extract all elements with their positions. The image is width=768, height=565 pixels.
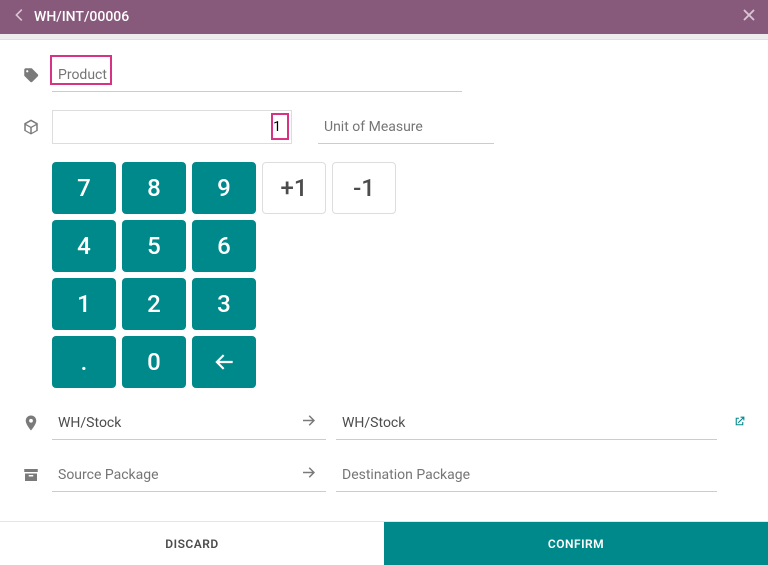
- key-9[interactable]: 9: [192, 162, 256, 214]
- close-icon: [740, 6, 758, 24]
- arrow-right-icon: [300, 464, 318, 487]
- key-plus-one[interactable]: +1: [262, 162, 326, 214]
- key-6[interactable]: 6: [192, 220, 256, 272]
- key-backspace[interactable]: [192, 336, 256, 388]
- key-0[interactable]: 0: [122, 336, 186, 388]
- map-marker-icon: [22, 414, 40, 432]
- key-3[interactable]: 3: [192, 278, 256, 330]
- arrow-right-icon: [300, 412, 318, 435]
- confirm-button[interactable]: CONFIRM: [384, 522, 768, 565]
- key-7[interactable]: 7: [52, 162, 116, 214]
- numeric-keypad: 7 8 9 +1 -1 4 5 6 1 2 3 . 0: [52, 162, 746, 388]
- chevron-left-icon: [10, 6, 28, 24]
- external-link-icon: [733, 415, 746, 428]
- back-button[interactable]: [10, 6, 28, 29]
- key-1[interactable]: 1: [52, 278, 116, 330]
- product-input[interactable]: [52, 58, 462, 92]
- destination-location-input[interactable]: [336, 406, 717, 440]
- quantity-input[interactable]: [52, 110, 292, 144]
- archive-icon: [22, 466, 40, 484]
- key-dot[interactable]: .: [52, 336, 116, 388]
- quantity-row: [22, 110, 746, 144]
- key-2[interactable]: 2: [122, 278, 186, 330]
- tags-icon: [22, 66, 40, 84]
- footer-actions: DISCARD CONFIRM: [0, 521, 768, 565]
- cube-icon: [22, 118, 40, 136]
- key-8[interactable]: 8: [122, 162, 186, 214]
- product-row: [22, 58, 746, 92]
- source-package-input[interactable]: [52, 458, 326, 492]
- destination-package-input[interactable]: [336, 458, 717, 492]
- key-5[interactable]: 5: [122, 220, 186, 272]
- header-title: WH/INT/00006: [28, 9, 740, 25]
- source-location-input[interactable]: [52, 406, 326, 440]
- uom-input[interactable]: [318, 110, 494, 144]
- close-button[interactable]: [740, 6, 758, 29]
- package-row: [22, 458, 746, 492]
- key-4[interactable]: 4: [52, 220, 116, 272]
- modal-header: WH/INT/00006: [0, 0, 768, 34]
- location-row: [22, 406, 746, 440]
- external-link-button[interactable]: [733, 415, 746, 432]
- key-minus-one[interactable]: -1: [332, 162, 396, 214]
- discard-button[interactable]: DISCARD: [0, 522, 384, 565]
- arrow-left-icon: [211, 349, 237, 375]
